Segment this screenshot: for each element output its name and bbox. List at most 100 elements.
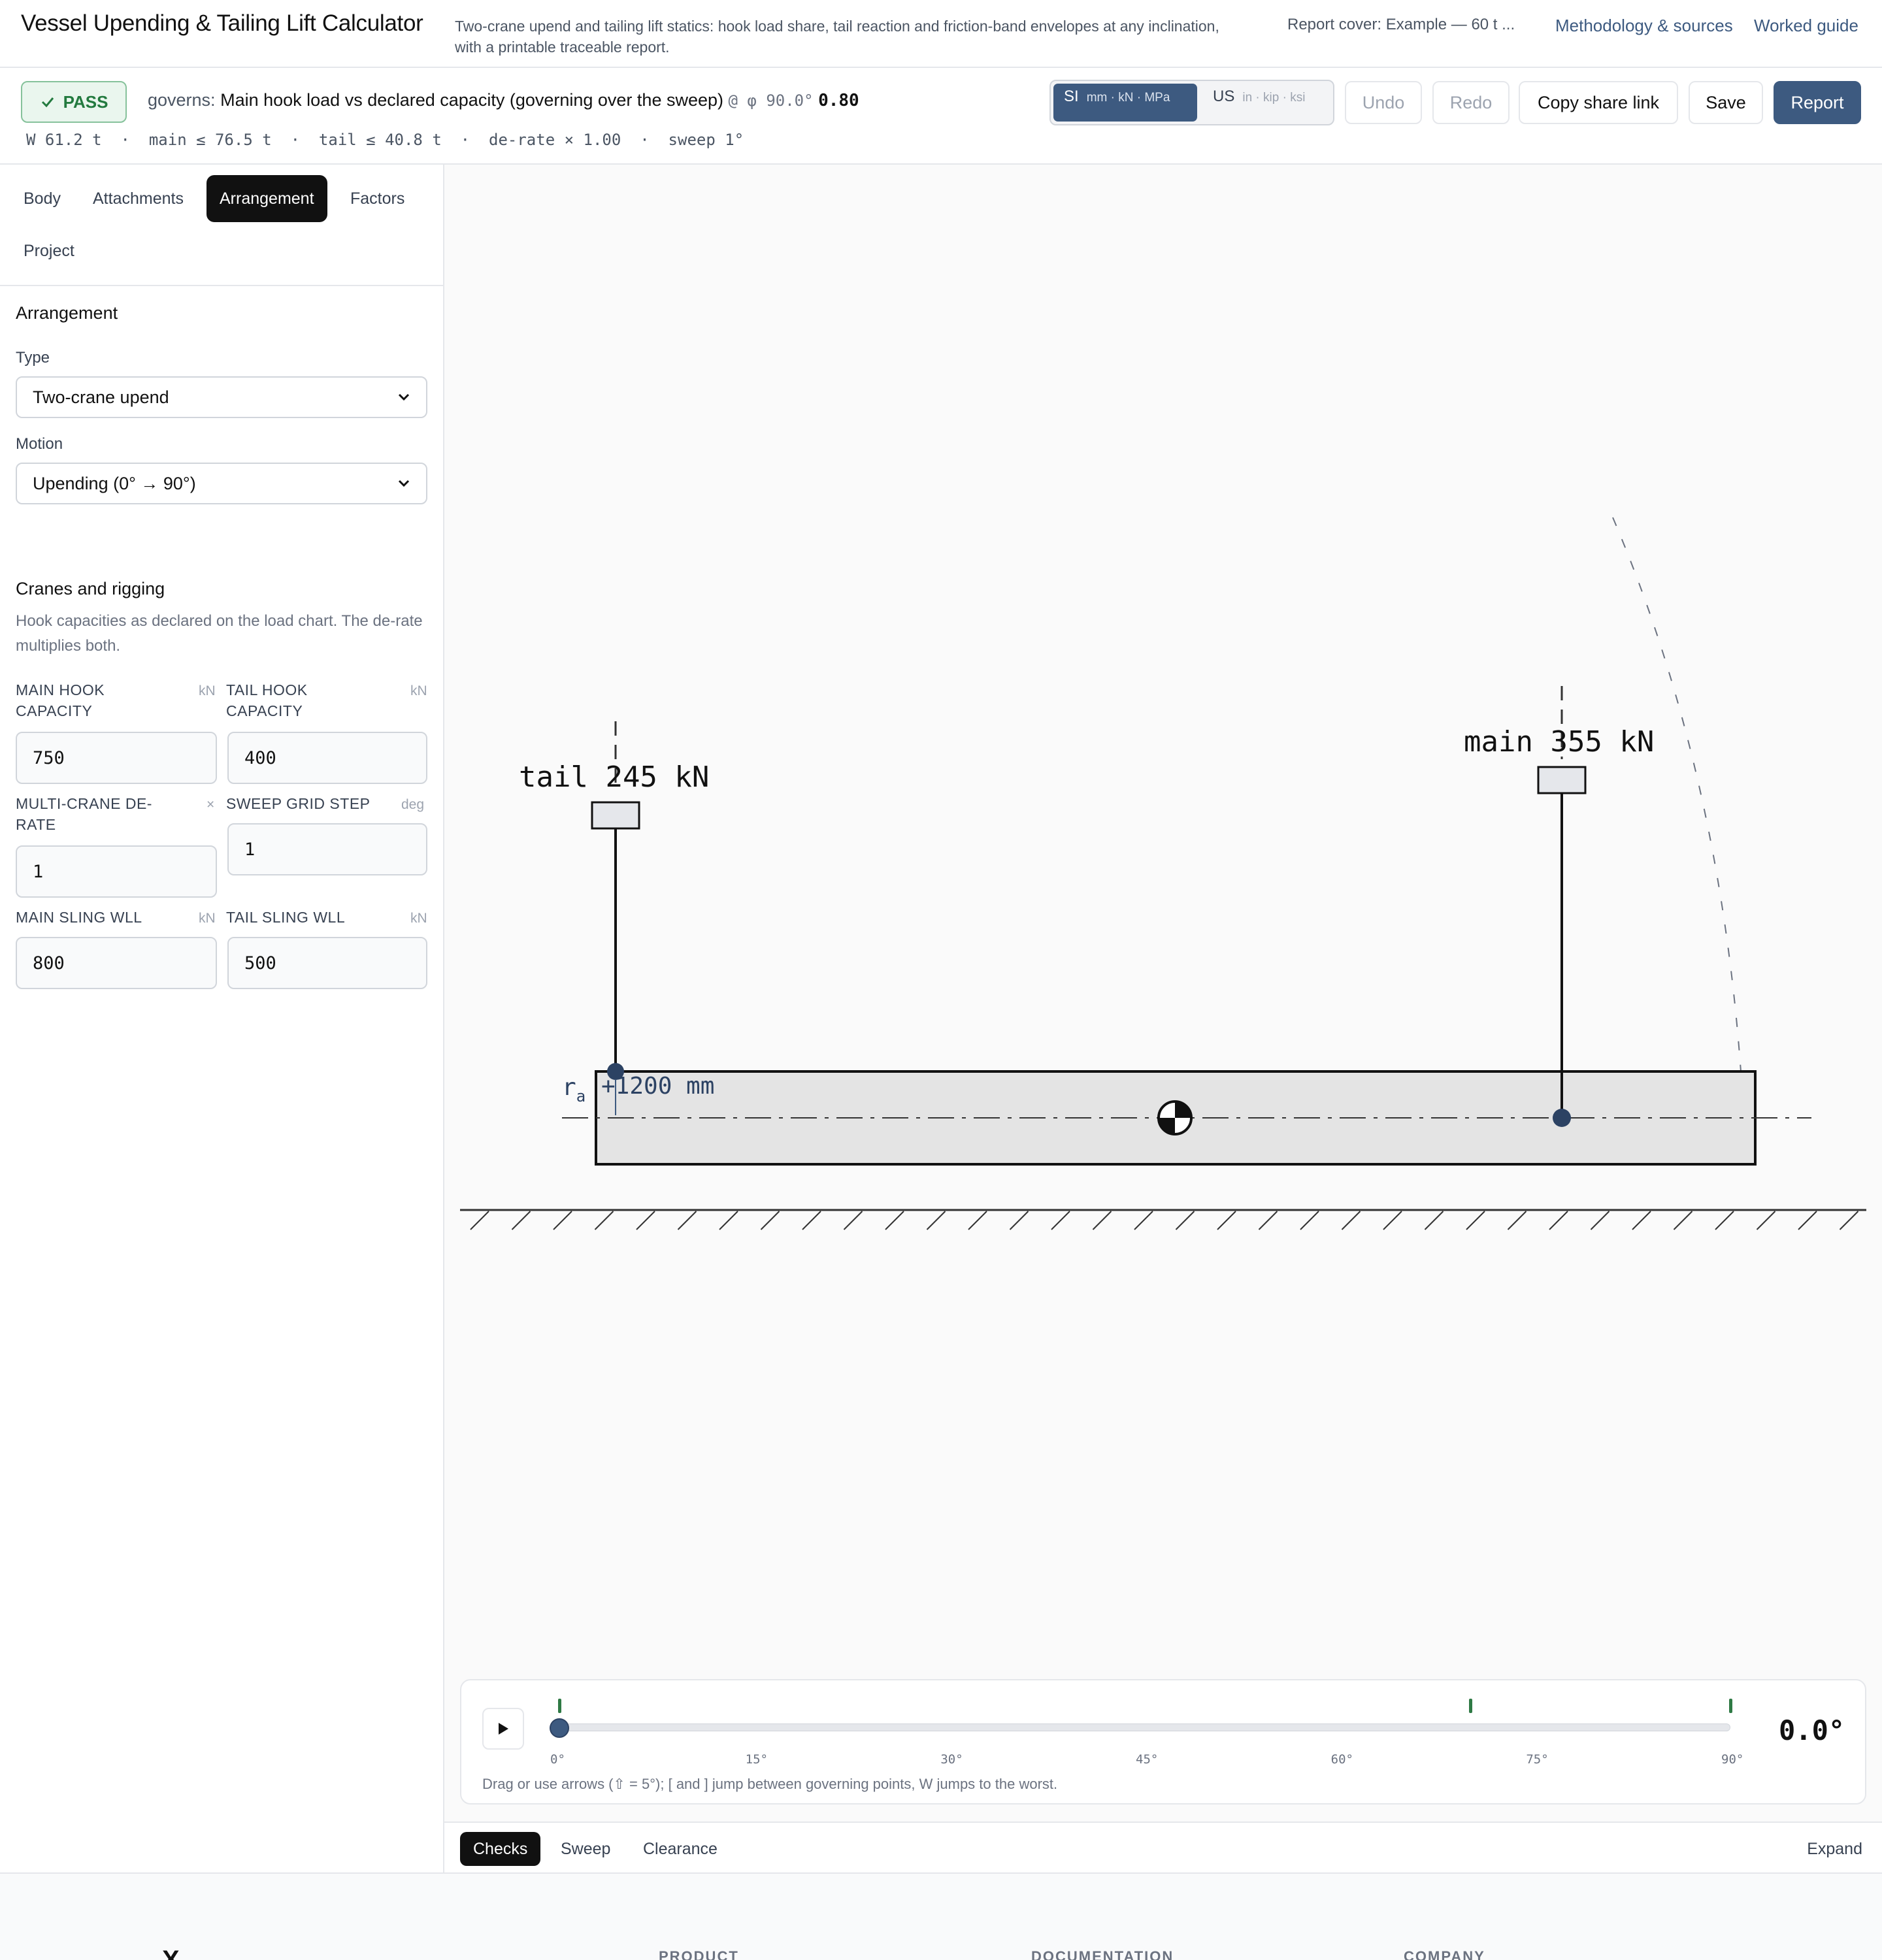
- methodology-link[interactable]: Methodology & sources: [1555, 16, 1733, 36]
- sidebar-tabs: Body Attachments Arrangement Factors Pro…: [0, 165, 443, 286]
- unit-si-sub: mm · kN · MPa: [1086, 91, 1170, 105]
- pass-badge: PASS: [21, 81, 127, 123]
- ground-hatch: [1839, 1211, 1859, 1230]
- ground-hatch: [1341, 1211, 1361, 1230]
- save-button[interactable]: Save: [1689, 81, 1763, 124]
- ground-hatch: [677, 1211, 697, 1230]
- ground-hatch: [1134, 1211, 1153, 1230]
- sweep-grid-step-input[interactable]: 1: [227, 823, 427, 875]
- report-cover-link[interactable]: Report cover: Example — 60 t ...: [1287, 16, 1515, 34]
- tail-hook-capacity-unit: kN: [410, 683, 427, 698]
- sidebar: Body Attachments Arrangement Factors Pro…: [0, 165, 444, 1872]
- copy-share-link-button[interactable]: Copy share link: [1519, 81, 1678, 124]
- worked-guide-link[interactable]: Worked guide: [1754, 16, 1858, 36]
- sweep-scrubber: 0° 15° 30° 45° 60° 75° 90° 0.0° Drag or use ar…: [460, 1679, 1866, 1805]
- main-sling-wll-label: MAIN SLING WLL: [16, 909, 142, 926]
- governing-point-marker[interactable]: [558, 1699, 561, 1713]
- governs-label: governs:: [148, 90, 216, 110]
- ground-hatch: [1507, 1211, 1527, 1230]
- angle-slider-thumb[interactable]: [550, 1718, 569, 1738]
- ground: [460, 1209, 1866, 1230]
- tab-clearance[interactable]: Clearance: [630, 1832, 731, 1866]
- governing-point-marker[interactable]: [1468, 1699, 1472, 1713]
- tab-sweep[interactable]: Sweep: [548, 1832, 623, 1866]
- angle-slider-track[interactable]: [550, 1723, 1730, 1731]
- ground-hatch: [1590, 1211, 1610, 1230]
- unit-si-option[interactable]: SI mm · kN · MPa: [1053, 84, 1197, 122]
- governing-check: governs: Main hook load vs declared capa…: [148, 90, 859, 110]
- main-hook-capacity-label: MAIN HOOK CAPACITY: [16, 681, 105, 719]
- footer-col-company: COMPANY: [1404, 1948, 1485, 1960]
- ground-hatch: [802, 1211, 821, 1230]
- multi-crane-derate-unit: ×: [206, 797, 215, 812]
- ground-hatch: [511, 1211, 531, 1230]
- tail-sling-wll-input[interactable]: 500: [227, 937, 427, 989]
- cranes-title: Cranes and rigging: [16, 579, 165, 598]
- sweep-tick-label: 30°: [940, 1752, 963, 1767]
- tab-checks[interactable]: Checks: [460, 1832, 541, 1866]
- ground-hatch: [1383, 1211, 1402, 1230]
- main-hook-load-label: main 355 kN: [1464, 725, 1654, 759]
- ground-hatch: [1092, 1211, 1112, 1230]
- center-of-gravity-icon: [1157, 1100, 1193, 1135]
- app-title: Vessel Upending & Tailing Lift Calculato…: [21, 10, 423, 36]
- multi-crane-derate-input[interactable]: 1: [16, 845, 217, 898]
- upend-trajectory-arc: [1612, 517, 1742, 1072]
- footer: X PRODUCT DOCUMENTATION COMPANY: [0, 1872, 1882, 1960]
- unit-si-label: SI: [1064, 88, 1079, 105]
- tab-arrangement[interactable]: Arrangement: [206, 175, 327, 222]
- expand-button[interactable]: Expand: [1807, 1840, 1862, 1859]
- ground-hatch: [594, 1211, 614, 1230]
- footer-logo: X: [162, 1946, 180, 1960]
- cranes-help: Hook capacities as declared on the load …: [16, 612, 423, 655]
- tail-sling-wll-label: TAIL SLING WLL: [226, 909, 346, 926]
- motion-select-value: Upending (0° → 90°): [33, 473, 196, 493]
- governing-point-marker[interactable]: [1729, 1699, 1732, 1713]
- ground-hatch: [1258, 1211, 1278, 1230]
- undo-button[interactable]: Undo: [1345, 81, 1422, 124]
- tab-project[interactable]: Project: [10, 227, 88, 274]
- angle-readout: 0.0°: [1779, 1714, 1845, 1746]
- ground-hatch: [636, 1211, 655, 1230]
- top-bar: Vessel Upending & Tailing Lift Calculato…: [0, 0, 1882, 68]
- app-description: Two-crane upend and tailing lift statics…: [455, 18, 1219, 56]
- ground-hatch: [1673, 1211, 1693, 1230]
- ground-hatch: [1217, 1211, 1236, 1230]
- footer-col-documentation: DOCUMENTATION: [1031, 1948, 1174, 1960]
- sweep-tick-label: 75°: [1526, 1752, 1549, 1767]
- sweep-tick-label: 0°: [550, 1752, 565, 1767]
- check-icon: [41, 97, 54, 108]
- results-tabs: Checks Sweep Clearance Expand: [444, 1821, 1882, 1872]
- governs-text: Main hook load vs declared capacity (gov…: [220, 90, 723, 110]
- ra-value: +1200 mm: [601, 1073, 714, 1100]
- main-sling-wll-unit: kN: [199, 911, 216, 926]
- footer-col-product: PRODUCT: [659, 1948, 739, 1960]
- motion-select[interactable]: Upending (0° → 90°): [16, 463, 427, 504]
- tab-body[interactable]: Body: [10, 175, 74, 222]
- ground-hatch: [1756, 1211, 1776, 1230]
- tab-factors[interactable]: Factors: [337, 175, 418, 222]
- unit-us-option[interactable]: US in · kip · ksi: [1202, 84, 1330, 122]
- ground-hatch: [553, 1211, 572, 1230]
- sweep-grid-step-label: SWEEP GRID STEP: [226, 795, 371, 812]
- multi-crane-derate-label: MULTI-CRANE DE-RATE: [16, 795, 152, 833]
- ground-hatch: [1549, 1211, 1568, 1230]
- report-button[interactable]: Report: [1774, 81, 1861, 124]
- tail-hook-capacity-input[interactable]: 400: [227, 732, 427, 784]
- ra-symbol: r: [562, 1074, 576, 1101]
- lift-diagram: tail 245 kN main 355 kN ra +1200 mm: [460, 517, 1866, 1230]
- type-select[interactable]: Two-crane upend: [16, 376, 427, 418]
- tail-hook-capacity-label: TAIL HOOK CAPACITY: [226, 681, 308, 719]
- main-hook-capacity-input[interactable]: 750: [16, 732, 217, 784]
- ground-hatch: [719, 1211, 738, 1230]
- ground-hatch: [1632, 1211, 1651, 1230]
- main-sling-wll-input[interactable]: 800: [16, 937, 217, 989]
- play-icon: [499, 1723, 508, 1735]
- tab-attachments[interactable]: Attachments: [80, 175, 197, 222]
- play-button[interactable]: [482, 1708, 524, 1750]
- main-hook-capacity-unit: kN: [199, 683, 216, 698]
- sweep-tick-label: 90°: [1721, 1752, 1744, 1767]
- chevron-down-icon: [398, 480, 410, 487]
- governs-ratio: 0.80: [818, 91, 859, 110]
- redo-button[interactable]: Redo: [1432, 81, 1510, 124]
